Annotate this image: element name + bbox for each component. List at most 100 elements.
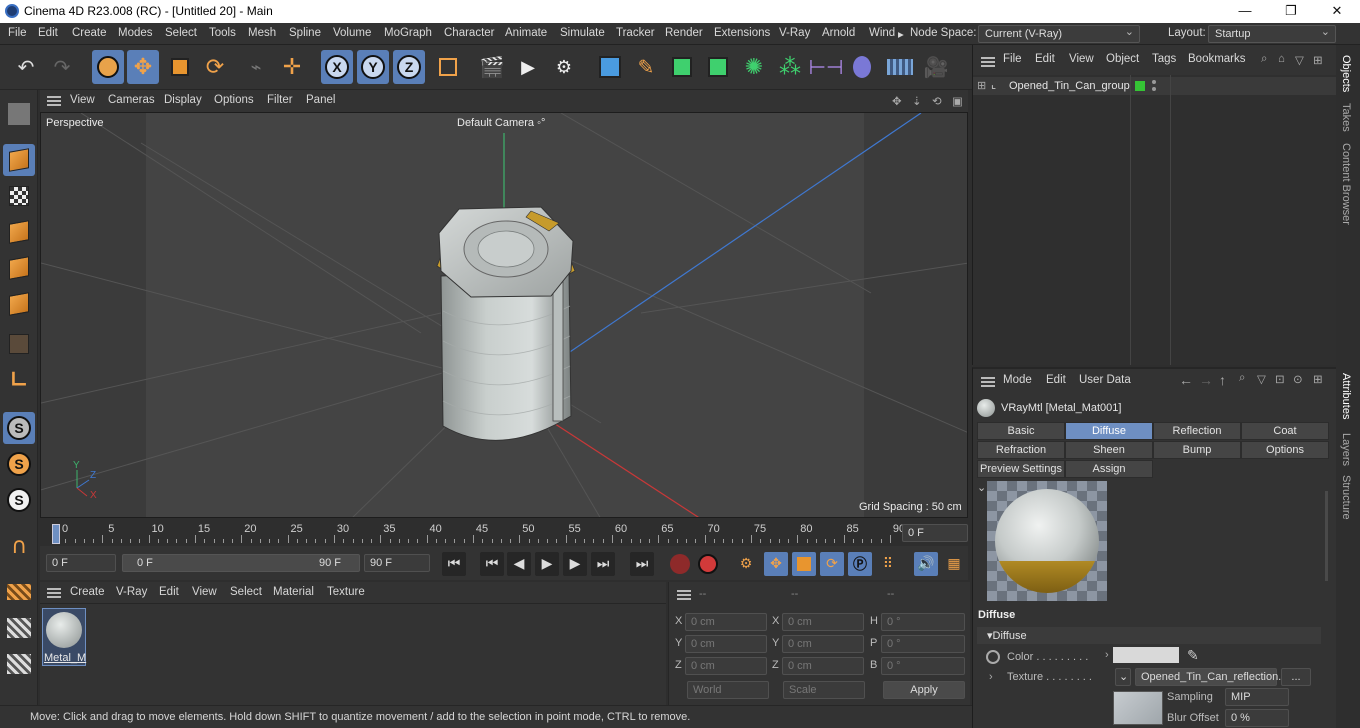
side-tab-content-browser[interactable]: Content Browser <box>1340 143 1352 225</box>
start-frame-field[interactable]: 0 F <box>46 554 116 572</box>
viewport-3d[interactable]: Perspective Default Camera ◦° Grid Spaci… <box>40 112 968 518</box>
coord-mode-dropdown[interactable]: Scale <box>783 681 865 699</box>
back-arrow-icon[interactable]: ← <box>1179 372 1193 388</box>
key-scale-button[interactable] <box>792 552 816 576</box>
menu-arnold[interactable]: Arnold <box>822 27 855 39</box>
viewport-rotate-icon[interactable]: ⟲ <box>932 94 942 108</box>
tab-assign[interactable]: Assign <box>1065 460 1153 478</box>
side-tab-attributes[interactable]: Attributes <box>1340 373 1352 419</box>
coordinate-system-button[interactable] <box>432 50 464 84</box>
deformer-button[interactable]: ⊢⊣ <box>809 50 844 84</box>
cube-button[interactable] <box>594 50 626 84</box>
object-row[interactable]: ⊞ ⌞ Opened_Tin_Can_group <box>973 77 1337 95</box>
material-menu-view[interactable]: View <box>192 586 217 598</box>
material-menu-edit[interactable]: Edit <box>159 586 179 598</box>
menu-select[interactable]: Select <box>165 27 197 39</box>
object-tree[interactable]: ⊞ ⌞ Opened_Tin_Can_group <box>973 75 1337 365</box>
rot-h-field[interactable]: 0 ° <box>881 613 965 631</box>
rot-p-field[interactable]: 0 ° <box>881 635 965 653</box>
blur-offset-field[interactable]: 0 % <box>1225 709 1289 727</box>
lock-z-button[interactable]: Z <box>393 50 425 84</box>
side-tab-structure[interactable]: Structure <box>1340 475 1352 520</box>
record-button[interactable] <box>668 552 692 576</box>
objects-hamburger-icon[interactable] <box>981 57 995 67</box>
make-editable-button[interactable] <box>3 98 35 130</box>
recent-tool-button[interactable]: ⌁ <box>240 50 272 84</box>
sampling-dropdown[interactable]: MIP <box>1225 688 1289 706</box>
floor-grid-toggle[interactable] <box>3 576 35 608</box>
color-expand-icon[interactable]: › <box>1105 649 1109 661</box>
menu-file[interactable]: File <box>8 27 27 39</box>
objects-menu-view[interactable]: View <box>1069 53 1094 65</box>
timeline-ruler[interactable]: 0 5 10 15 20 25 30 35 40 45 50 55 60 65 70 75 80 85 90 0 F <box>40 518 968 546</box>
mograph-button[interactable]: ⁂ <box>774 50 806 84</box>
objects-filter-icon[interactable]: ▽ <box>1295 53 1304 67</box>
lock-grid-toggle[interactable] <box>3 612 35 644</box>
texture-mode-button[interactable] <box>3 180 35 212</box>
end-frame-field[interactable]: 90 F <box>364 554 430 572</box>
tab-bump[interactable]: Bump <box>1153 441 1241 459</box>
attributes-menu-userdata[interactable]: User Data <box>1079 374 1131 386</box>
attributes-scrollbar[interactable] <box>1325 491 1328 581</box>
polygon-mode-button[interactable] <box>3 288 35 320</box>
texture-expand-icon[interactable]: › <box>989 671 993 683</box>
up-arrow-icon[interactable]: ↑ <box>1219 372 1226 388</box>
tab-sheen[interactable]: Sheen <box>1065 441 1153 459</box>
viewport-menu-options[interactable]: Options <box>214 94 254 106</box>
next-key-button[interactable]: ⏭ <box>591 552 615 576</box>
material-thumbnail[interactable]: Metal_M <box>42 608 86 666</box>
menu-extensions[interactable]: Extensions <box>714 27 770 39</box>
side-tab-layers[interactable]: Layers <box>1340 433 1352 466</box>
lock-x-button[interactable]: X <box>321 50 353 84</box>
key-pla-button[interactable]: ⠿ <box>876 552 900 576</box>
tab-options[interactable]: Options <box>1241 441 1329 459</box>
attributes-hamburger-icon[interactable] <box>981 377 995 387</box>
key-position-button[interactable]: ✥ <box>764 552 788 576</box>
attributes-filter-icon[interactable]: ▽ <box>1257 372 1266 386</box>
extrude-button[interactable] <box>702 50 734 84</box>
render-picture-viewer-button[interactable]: ▶ <box>512 50 544 84</box>
viewport-menu-cameras[interactable]: Cameras <box>108 94 155 106</box>
goto-end-button[interactable]: ⏭ <box>630 552 654 576</box>
size-z-field[interactable]: 0 cm <box>782 657 864 675</box>
uv-mode-button[interactable] <box>3 328 35 360</box>
axis-move-button[interactable]: ✛ <box>276 50 308 84</box>
preview-collapse-icon[interactable]: ⌄ <box>977 481 986 494</box>
menu-tracker[interactable]: Tracker <box>616 27 655 39</box>
menu-modes[interactable]: Modes <box>118 27 153 39</box>
menu-overflow-icon[interactable]: ▸ <box>898 27 904 41</box>
key-rotation-button[interactable]: ⟳ <box>820 552 844 576</box>
tab-refraction[interactable]: Refraction <box>977 441 1065 459</box>
forward-arrow-icon[interactable]: → <box>1199 372 1213 388</box>
tab-coat[interactable]: Coat <box>1241 422 1329 440</box>
material-menu-material[interactable]: Material <box>273 586 314 598</box>
attributes-menu-mode[interactable]: Mode <box>1003 374 1032 386</box>
side-tab-takes[interactable]: Takes <box>1340 103 1352 132</box>
viewport-zoom-icon[interactable]: ⇣ <box>912 94 922 108</box>
workplane-button[interactable]: ∟ <box>3 364 35 396</box>
objects-search-icon[interactable]: ⌕ <box>1261 53 1267 66</box>
objects-menu-edit[interactable]: Edit <box>1035 53 1055 65</box>
goto-start-button[interactable]: ⏮ <box>442 552 466 576</box>
menu-render[interactable]: Render <box>665 27 703 39</box>
objects-new-window-icon[interactable]: ⊞ <box>1313 53 1323 67</box>
editor-visibility-dot[interactable] <box>1152 80 1156 84</box>
tab-diffuse[interactable]: Diffuse <box>1065 422 1153 440</box>
viewport-menu-view[interactable]: View <box>70 94 95 106</box>
expand-icon[interactable]: ⊞ <box>977 79 986 92</box>
eyedropper-icon[interactable]: ✎ <box>1187 647 1199 664</box>
snap-settings-button[interactable]: S <box>3 448 35 480</box>
pos-z-field[interactable]: 0 cm <box>685 657 767 675</box>
menu-edit[interactable]: Edit <box>38 27 58 39</box>
viewport-menu-display[interactable]: Display <box>164 94 202 106</box>
objects-menu-bookmarks[interactable]: Bookmarks <box>1188 53 1246 65</box>
attributes-settings-icon[interactable]: ⊙ <box>1293 372 1303 386</box>
tab-basic[interactable]: Basic <box>977 422 1065 440</box>
menu-mesh[interactable]: Mesh <box>248 27 276 39</box>
color-animation-icon[interactable] <box>986 650 1000 664</box>
prev-frame-button[interactable]: ◀ <box>507 552 531 576</box>
film-button[interactable]: ▦ <box>942 552 966 576</box>
pos-y-field[interactable]: 0 cm <box>685 635 767 653</box>
menu-mograph[interactable]: MoGraph <box>384 27 432 39</box>
quantize-button[interactable]: S <box>3 484 35 516</box>
